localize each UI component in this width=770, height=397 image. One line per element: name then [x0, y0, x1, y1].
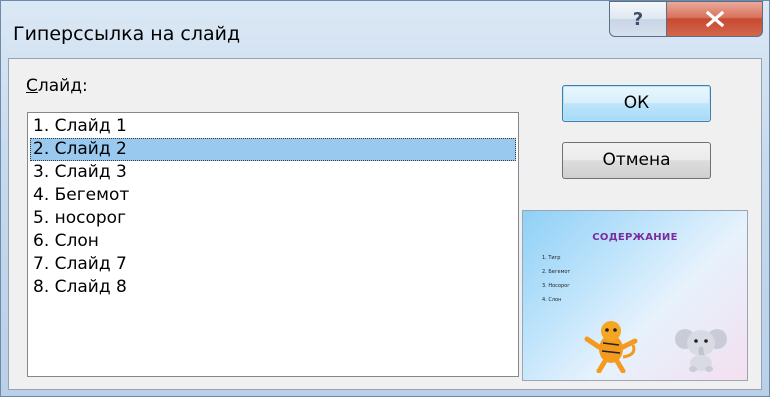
help-icon: ?	[633, 9, 643, 30]
title-buttons: ?	[609, 1, 763, 39]
ok-button[interactable]: ОК	[562, 85, 711, 122]
list-item[interactable]: 3. Слайд 3	[30, 161, 516, 184]
preview-list-item: 4. Слон	[542, 297, 562, 303]
list-item[interactable]: 1. Слайд 1	[30, 115, 516, 138]
list-item[interactable]: 5. носорог	[30, 207, 516, 230]
slide-preview: СОДЕРЖАНИЕ 1. Тигр 2. Бегемот 3. Носорог…	[522, 210, 748, 381]
list-item[interactable]: 6. Слон	[30, 230, 516, 253]
title-bar[interactable]: Гиперссылка на слайд ?	[1, 1, 769, 57]
slide-listbox[interactable]: 1. Слайд 1 2. Слайд 2 3. Слайд 3 4. Беге…	[27, 112, 519, 377]
dialog-title: Гиперссылка на слайд	[13, 23, 241, 45]
dialog-content: Слайд: 1. Слайд 1 2. Слайд 2 3. Слайд 3 …	[8, 58, 762, 390]
preview-list-item: 2. Бегемот	[542, 269, 571, 275]
slide-list-label-accesskey: С	[26, 76, 38, 96]
preview-title: СОДЕРЖАНИЕ	[592, 232, 678, 243]
slide-list-label-text: лайд:	[37, 76, 88, 96]
preview-list-item: 3. Носорог	[542, 283, 570, 289]
elephant-icon	[675, 329, 727, 372]
cancel-button[interactable]: Отмена	[562, 142, 711, 179]
list-item[interactable]: 7. Слайд 7	[30, 253, 516, 276]
preview-list-item: 1. Тигр	[542, 255, 561, 261]
list-item[interactable]: 4. Бегемот	[30, 184, 516, 207]
close-button[interactable]	[667, 1, 763, 37]
list-item[interactable]: 8. Слайд 8	[30, 276, 516, 299]
tiger-icon	[584, 321, 638, 373]
slide-list-label: Слайд:	[26, 76, 88, 96]
close-icon	[705, 10, 724, 28]
list-item-selected[interactable]: 2. Слайд 2	[30, 138, 516, 161]
svg-text:?: ?	[633, 9, 643, 30]
help-button[interactable]: ?	[609, 1, 667, 37]
dialog-window: Гиперссылка на слайд ? Слайд: 1. Слайд 1…	[0, 0, 770, 397]
